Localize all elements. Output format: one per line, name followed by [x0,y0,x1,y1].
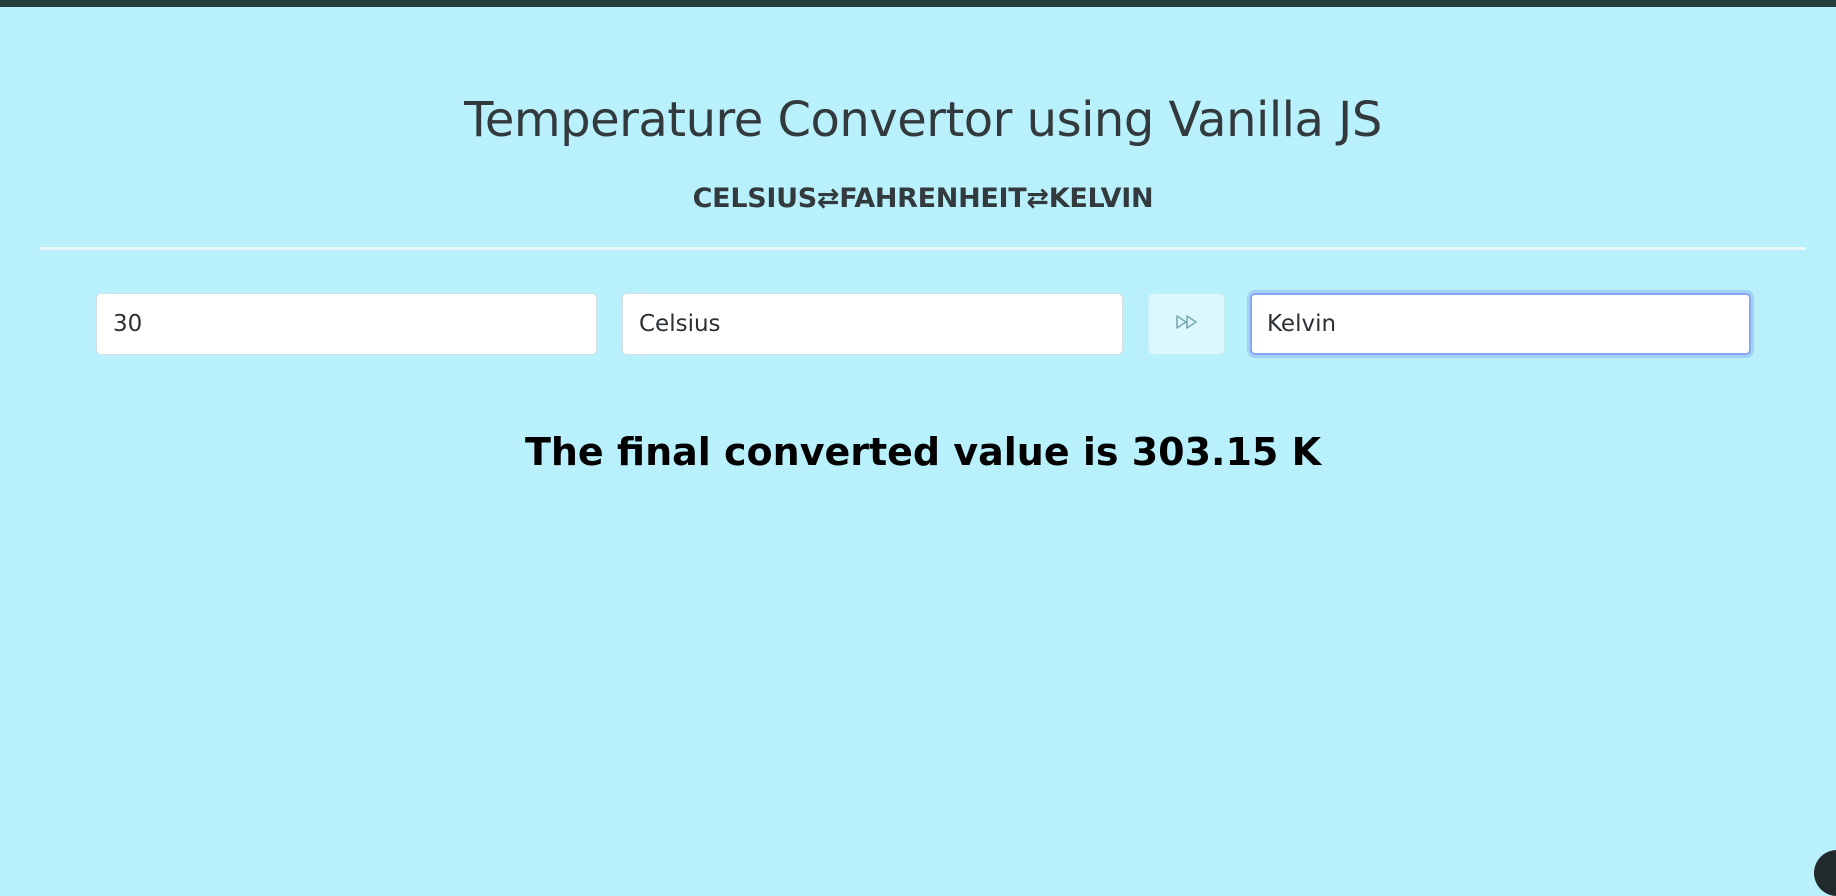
conversion-result: The final converted value is 303.15 K [524,430,1322,474]
floating-widget-button[interactable] [1814,850,1836,896]
top-bar [0,0,1836,7]
temperature-value-input[interactable] [96,293,597,355]
from-unit-input[interactable] [622,293,1123,355]
convert-button[interactable] [1148,293,1225,355]
page-title: Temperature Convertor using Vanilla JS [464,92,1382,148]
divider [40,247,1806,250]
to-unit-input[interactable] [1250,293,1751,355]
page-subtitle: CELSIUS⇄FAHRENHEIT⇄KELVIN [692,183,1154,214]
fast-forward-icon [1175,314,1199,334]
